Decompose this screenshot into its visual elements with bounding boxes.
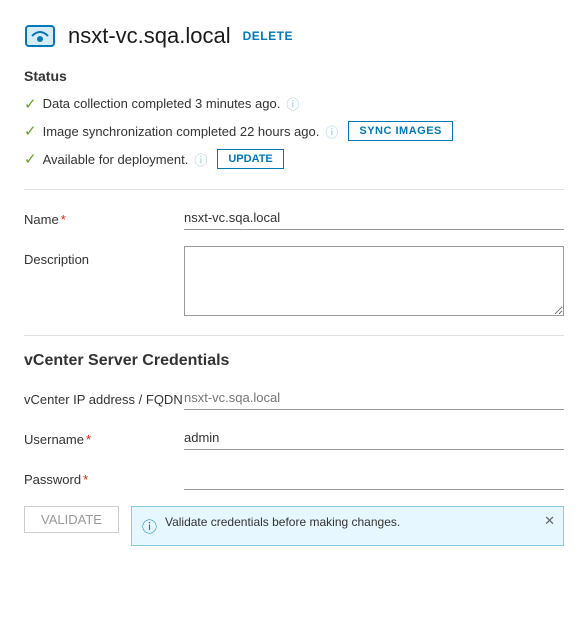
vcenter-icon [24,20,56,52]
page-header: nsxt-vc.sqa.local DELETE [24,20,564,52]
password-field-container [184,466,564,490]
info-icon-3[interactable]: ⓘ [194,150,207,169]
status-row-2: ✓ Image synchronization completed 22 hou… [24,121,564,141]
banner-text: Validate credentials before making chang… [165,515,400,529]
description-row: Description [24,246,564,319]
ip-input[interactable] [184,386,564,410]
update-button[interactable]: UPDATE [217,149,283,169]
credentials-section: vCenter Server Credentials vCenter IP ad… [24,352,564,546]
username-row: Username* [24,426,564,450]
status-row-3: ✓ Available for deployment. ⓘ UPDATE [24,149,564,169]
name-input[interactable] [184,206,564,230]
ip-field-container [184,386,564,410]
check-icon-2: ✓ [24,122,37,140]
banner-info-icon: ⓘ [142,516,157,537]
ip-row: vCenter IP address / FQDN [24,386,564,410]
validate-button[interactable]: VALIDATE [24,506,119,533]
status-text-3: Available for deployment. [43,152,189,167]
name-field-container [184,206,564,230]
username-input[interactable] [184,426,564,450]
ip-label: vCenter IP address / FQDN [24,386,184,407]
username-required-star: * [86,432,91,447]
check-icon-3: ✓ [24,150,37,168]
description-field-container [184,246,564,319]
banner-close-icon[interactable]: ✕ [544,513,555,529]
status-section: Status ✓ Data collection completed 3 min… [24,68,564,169]
name-required-star: * [61,212,66,227]
status-text-2: Image synchronization completed 22 hours… [43,124,320,139]
name-label: Name* [24,206,184,227]
delete-link[interactable]: DELETE [243,29,293,43]
credentials-title: vCenter Server Credentials [24,352,564,370]
info-banner: ⓘ Validate credentials before making cha… [131,506,564,546]
validate-row: VALIDATE ⓘ Validate credentials before m… [24,506,564,546]
username-field-container [184,426,564,450]
status-row-1: ✓ Data collection completed 3 minutes ag… [24,94,564,113]
sync-images-button[interactable]: SYNC IMAGES [348,121,453,141]
name-row: Name* [24,206,564,230]
info-icon-1[interactable]: ⓘ [286,94,299,113]
status-text-1: Data collection completed 3 minutes ago. [43,96,281,111]
check-icon-1: ✓ [24,95,37,113]
info-icon-2[interactable]: ⓘ [325,122,338,141]
page-title: nsxt-vc.sqa.local [68,23,231,49]
password-required-star: * [83,472,88,487]
divider-2 [24,335,564,336]
description-input[interactable] [184,246,564,316]
status-label: Status [24,68,564,84]
password-row: Password* [24,466,564,490]
divider-1 [24,189,564,190]
description-label: Description [24,246,184,267]
username-label: Username* [24,426,184,447]
password-input[interactable] [184,466,564,490]
password-label: Password* [24,466,184,487]
